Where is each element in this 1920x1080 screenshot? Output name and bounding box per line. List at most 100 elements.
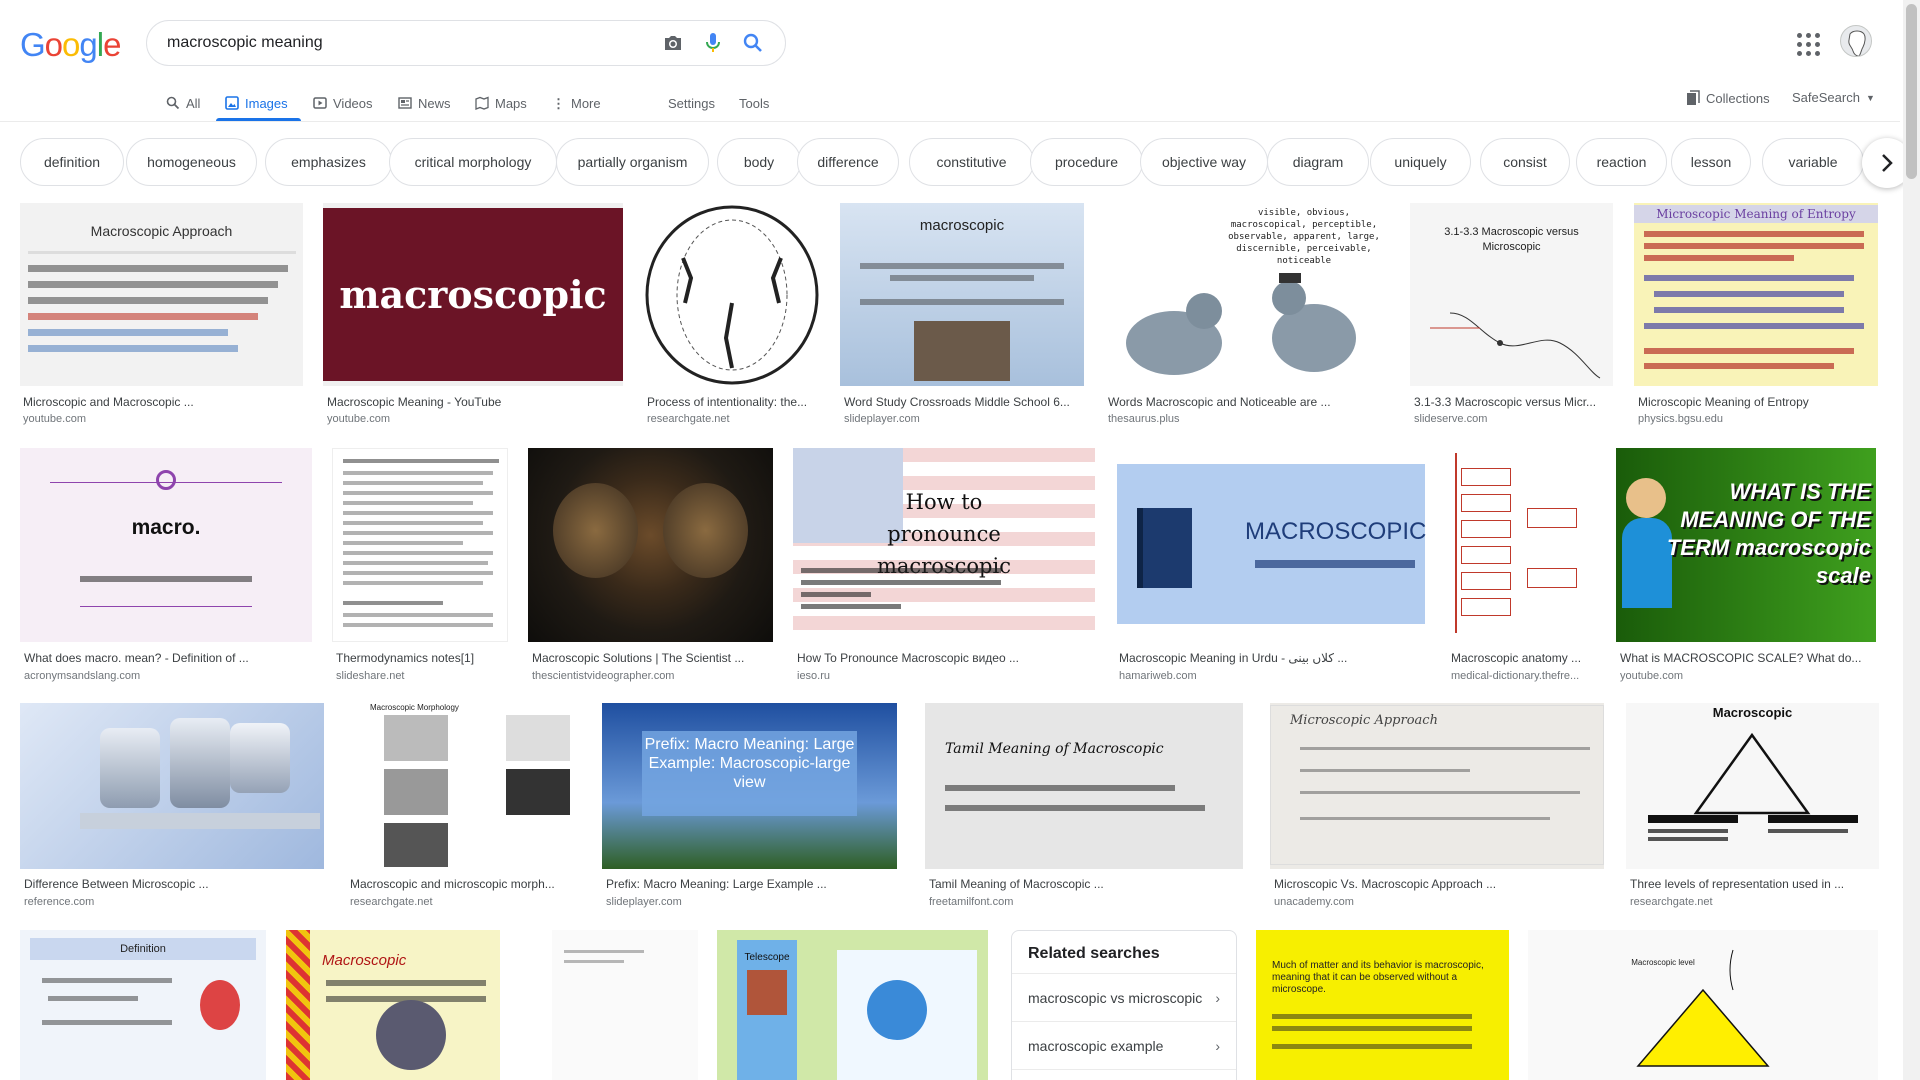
image-result[interactable]: Process of intentionality: the... resear… (643, 203, 821, 428)
image-result[interactable]: Difference Between Microscopic ... refer… (20, 703, 324, 913)
chip[interactable]: body (717, 138, 801, 186)
tab-more[interactable]: ⋮ More (552, 90, 601, 116)
thumbnail: WHAT IS THE MEANING OF THE TERM macrosco… (1616, 448, 1876, 642)
related-search-item[interactable]: macroscopic example › (1012, 1022, 1236, 1070)
chip[interactable]: procedure (1030, 138, 1143, 186)
image-result[interactable]: Macroscopic Solutions | The Scientist ..… (528, 448, 773, 688)
result-title: Three levels of representation used in .… (1630, 877, 1845, 891)
result-title: Microscopic Vs. Macroscopic Approach ... (1274, 877, 1497, 891)
image-result[interactable]: visible, obvious, macroscopical, percept… (1104, 203, 1389, 428)
image-result[interactable]: Macroscopic anatomy ... medical-dictiona… (1447, 448, 1589, 688)
image-result[interactable]: 3.1-3.3 Macroscopic versus Microscopic 3… (1410, 203, 1613, 428)
thumbnail: 3.1-3.3 Macroscopic versus Microscopic (1410, 203, 1613, 386)
result-source: physics.bgsu.edu (1638, 413, 1723, 425)
chip[interactable]: lesson (1671, 138, 1751, 186)
related-search-label: macroscopic vs microscopic (1028, 989, 1203, 1006)
result-source: hamariweb.com (1119, 670, 1197, 682)
thumbnail: Telescope (717, 930, 988, 1080)
result-title: Difference Between Microscopic ... (24, 877, 209, 891)
result-source: acronymsandslang.com (24, 670, 141, 682)
camera-icon[interactable] (653, 23, 693, 63)
tab-videos[interactable]: Videos (313, 90, 373, 116)
chip[interactable]: homogeneous (126, 138, 257, 186)
avatar[interactable] (1840, 25, 1872, 57)
image-result[interactable]: How to pronounce macroscopic How To Pron… (793, 448, 1095, 688)
chip[interactable]: difference (797, 138, 899, 186)
microphone-icon[interactable] (693, 23, 733, 63)
collections-link[interactable]: Collections (1686, 90, 1770, 106)
image-result[interactable]: Macroscopic level (1528, 930, 1878, 1080)
image-result[interactable]: Macroscopic (286, 930, 500, 1080)
thumb-caption: Tamil Meaning of Macroscopic (945, 741, 1164, 757)
safesearch-label: SafeSearch (1792, 90, 1860, 105)
thumb-caption: macro. (131, 516, 201, 539)
image-result[interactable]: WHAT IS THE MEANING OF THE TERM macrosco… (1616, 448, 1876, 688)
thumbnail (20, 703, 324, 869)
image-result[interactable]: macroscopic Word Study Crossroads Middle… (840, 203, 1084, 428)
image-result[interactable]: Microscopic Meaning of Entropy Microscop… (1634, 203, 1878, 428)
result-source: thesaurus.plus (1108, 413, 1180, 425)
bookmark-icon (1687, 90, 1700, 105)
result-title: Microscopic and Macroscopic ... (23, 395, 194, 409)
result-title: Macroscopic Meaning in Urdu - کلاں بینی … (1119, 651, 1348, 665)
thumb-caption: Macroscopic Morphology (370, 703, 459, 712)
image-result[interactable]: Macroscopic Morphology Macroscopic and m… (346, 703, 579, 913)
chip[interactable]: critical morphology (389, 138, 557, 186)
image-result[interactable]: Microscopic Approach Microscopic Vs. Mac… (1270, 703, 1604, 913)
image-result[interactable] (552, 930, 698, 1080)
tab-images[interactable]: Images (225, 90, 288, 116)
chip[interactable]: consist (1480, 138, 1570, 186)
image-result[interactable]: Macroscopic Three levels of representati… (1626, 703, 1879, 913)
thumbnail: Macroscopic (286, 930, 500, 1080)
image-result[interactable]: Definition (20, 930, 266, 1080)
image-result[interactable]: Prefix: Macro Meaning: Large Example: Ma… (602, 703, 897, 913)
thumbnail: Microscopic Meaning of Entropy (1634, 203, 1878, 386)
thumbnail: Prefix: Macro Meaning: Large Example: Ma… (602, 703, 897, 869)
image-result[interactable]: Macroscopic Approach Microscopic and Mac… (20, 203, 303, 428)
related-search-item[interactable]: macroscopic vs microscopic › (1012, 974, 1236, 1022)
image-result[interactable]: Much of matter and its behavior is macro… (1256, 930, 1509, 1080)
apps-grid-icon[interactable] (1794, 30, 1820, 56)
scrollbar-thumb[interactable] (1906, 4, 1917, 179)
result-title: Macroscopic anatomy ... (1451, 651, 1582, 665)
chip[interactable]: partially organism (556, 138, 709, 186)
tab-news[interactable]: News (398, 90, 451, 116)
settings-link[interactable]: Settings (668, 90, 715, 116)
tab-label: Videos (333, 95, 373, 111)
chip[interactable]: diagram (1267, 138, 1369, 186)
google-logo[interactable]: Google (20, 26, 121, 64)
chevron-right-icon: › (1215, 989, 1220, 1006)
search-icon[interactable] (733, 23, 773, 63)
image-result[interactable]: Tamil Meaning of Macroscopic Tamil Meani… (925, 703, 1243, 913)
result-title: Word Study Crossroads Middle School 6... (844, 395, 1070, 409)
thumbnail (643, 203, 821, 386)
chip[interactable]: reaction (1576, 138, 1667, 186)
image-result[interactable]: Thermodynamics notes[1] slideshare.net (332, 448, 508, 688)
search-input[interactable] (167, 34, 653, 52)
chip[interactable]: variable (1762, 138, 1864, 186)
image-result[interactable]: macro. What does macro. mean? - Definiti… (20, 448, 312, 688)
settings-label: Settings (668, 95, 715, 111)
collections-label: Collections (1706, 90, 1770, 106)
image-result[interactable]: macroscopic Macroscopic Meaning - YouTub… (323, 203, 623, 428)
thumbnail (1447, 448, 1589, 642)
chip[interactable]: emphasizes (265, 138, 392, 186)
image-result[interactable]: Telescope (717, 930, 988, 1080)
divider (0, 121, 1900, 122)
thumbnail: Microscopic Approach (1270, 703, 1604, 869)
thumb-caption: MACROSCOPIC (1245, 518, 1427, 545)
chip[interactable]: uniquely (1370, 138, 1471, 186)
tools-link[interactable]: Tools (739, 90, 769, 116)
image-result[interactable]: MACROSCOPIC Macroscopic Meaning in Urdu … (1115, 448, 1427, 688)
chip[interactable]: objective way (1140, 138, 1268, 186)
chip[interactable]: definition (20, 138, 124, 186)
chip[interactable]: constitutive (909, 138, 1034, 186)
result-title: Thermodynamics notes[1] (336, 651, 475, 665)
search-box (146, 20, 786, 66)
tab-all[interactable]: All (166, 90, 200, 116)
safesearch-dropdown[interactable]: SafeSearch ▼ (1792, 90, 1875, 105)
image-icon (225, 96, 239, 110)
thumb-caption: Telescope (744, 952, 790, 963)
result-title: How To Pronounce Macroscopic видео ... (797, 651, 1019, 665)
tab-maps[interactable]: Maps (475, 90, 527, 116)
